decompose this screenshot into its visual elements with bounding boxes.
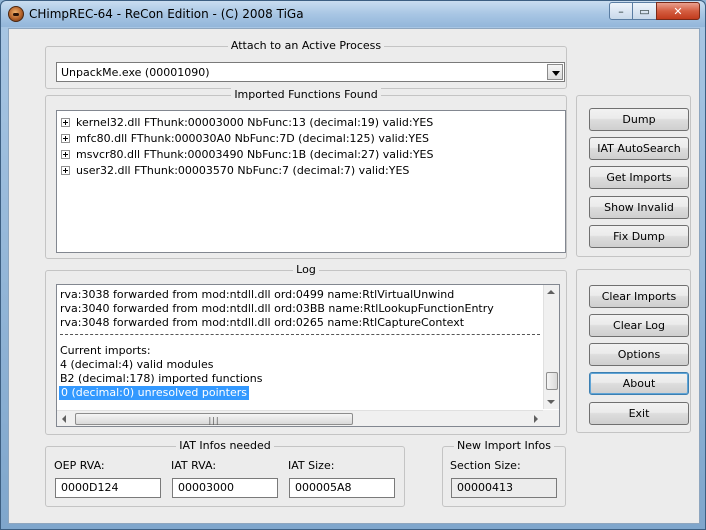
scroll-down-icon[interactable] [547, 400, 555, 404]
get-imports-button[interactable]: Get Imports [589, 166, 689, 189]
log-horizontal-scrollbar[interactable]: ||| [57, 410, 543, 426]
expand-icon[interactable] [61, 149, 70, 159]
scrollbar-corner [543, 410, 559, 426]
exit-button[interactable]: Exit [589, 402, 689, 425]
tree-item[interactable]: mfc80.dll FThunk:000030A0 NbFunc:7D (dec… [61, 130, 429, 146]
horizontal-scroll-thumb[interactable]: ||| [75, 413, 353, 425]
imports-legend: Imported Functions Found [231, 88, 381, 101]
log-line: 4 (decimal:4) valid modules [60, 358, 214, 371]
options-button[interactable]: Options [589, 343, 689, 366]
grip-icon: ||| [208, 416, 220, 425]
minimize-button[interactable]: – [609, 2, 633, 20]
oep-rva-field[interactable]: 0000D124 [55, 478, 161, 498]
window-title: CHimpREC-64 - ReCon Edition - (C) 2008 T… [29, 7, 304, 21]
clear-log-button[interactable]: Clear Log [589, 314, 689, 337]
section-size-label: Section Size: [450, 459, 521, 472]
close-button[interactable]: ✕ [656, 2, 700, 20]
tree-item[interactable]: kernel32.dll FThunk:00003000 NbFunc:13 (… [61, 114, 433, 130]
scroll-up-icon[interactable] [547, 290, 555, 294]
log-line-selected[interactable]: 0 (decimal:0) unresolved pointers [59, 386, 249, 400]
log-separator [60, 334, 540, 335]
show-invalid-button[interactable]: Show Invalid [589, 196, 689, 219]
iat-rva-field[interactable]: 00003000 [172, 478, 278, 498]
tree-item-label: user32.dll FThunk:00003570 NbFunc:7 (dec… [76, 163, 410, 177]
about-button[interactable]: About [589, 372, 689, 395]
iat-infos-legend: IAT Infos needed [176, 439, 274, 452]
expand-icon[interactable] [61, 117, 70, 127]
vertical-scroll-thumb[interactable] [546, 372, 558, 390]
app-window: CHimpREC-64 - ReCon Edition - (C) 2008 T… [0, 0, 706, 530]
imports-tree[interactable]: kernel32.dll FThunk:00003000 NbFunc:13 (… [56, 110, 566, 253]
section-size-field: 00000413 [451, 478, 557, 498]
process-select[interactable]: UnpackMe.exe (00001090) [56, 62, 565, 82]
tree-item[interactable]: user32.dll FThunk:00003570 NbFunc:7 (dec… [61, 162, 409, 178]
log-line: rva:3048 forwarded from mod:ntdll.dll or… [60, 316, 465, 329]
iat-rva-label: IAT RVA: [171, 459, 217, 472]
scroll-right-icon[interactable] [534, 415, 538, 423]
log-line: rva:3040 forwarded from mod:ntdll.dll or… [60, 302, 494, 315]
client-area: Attach to an Active Process UnpackMe.exe… [8, 28, 700, 524]
log-vertical-scrollbar[interactable] [543, 285, 559, 409]
log-line: B2 (decimal:178) imported functions [60, 372, 263, 385]
actions-bottom-panel: Clear Imports Clear Log Options About Ex… [576, 269, 691, 433]
iat-size-field[interactable]: 000005A8 [289, 478, 395, 498]
chevron-down-icon[interactable] [547, 64, 563, 80]
expand-icon[interactable] [61, 133, 70, 143]
fix-dump-button[interactable]: Fix Dump [589, 225, 689, 248]
expand-icon[interactable] [61, 165, 70, 175]
attach-process-legend: Attach to an Active Process [227, 39, 385, 52]
log-line: Current imports: [60, 344, 151, 357]
tree-item-label: mfc80.dll FThunk:000030A0 NbFunc:7D (dec… [76, 131, 430, 145]
actions-top-panel: Dump IAT AutoSearch Get Imports Show Inv… [576, 95, 691, 257]
maximize-button[interactable]: ▭ [632, 2, 657, 20]
clear-imports-button[interactable]: Clear Imports [589, 285, 689, 308]
title-bar[interactable]: CHimpREC-64 - ReCon Edition - (C) 2008 T… [1, 1, 705, 27]
tree-item-label: kernel32.dll FThunk:00003000 NbFunc:13 (… [76, 115, 434, 129]
tree-item[interactable]: msvcr80.dll FThunk:00003490 NbFunc:1B (d… [61, 146, 433, 162]
log-legend: Log [293, 263, 319, 276]
tree-item-label: msvcr80.dll FThunk:00003490 NbFunc:1B (d… [76, 147, 434, 161]
scroll-left-icon[interactable] [62, 415, 66, 423]
log-line: rva:3038 forwarded from mod:ntdll.dll or… [60, 288, 455, 301]
oep-rva-label: OEP RVA: [54, 459, 105, 472]
dump-button[interactable]: Dump [589, 108, 689, 131]
log-list[interactable]: rva:3038 forwarded from mod:ntdll.dll or… [56, 284, 560, 427]
new-import-legend: New Import Infos [453, 439, 555, 452]
process-select-value: UnpackMe.exe (00001090) [61, 66, 210, 79]
iat-size-label: IAT Size: [288, 459, 335, 472]
chimp-app-icon[interactable] [8, 6, 24, 22]
iat-autosearch-button[interactable]: IAT AutoSearch [589, 137, 689, 160]
